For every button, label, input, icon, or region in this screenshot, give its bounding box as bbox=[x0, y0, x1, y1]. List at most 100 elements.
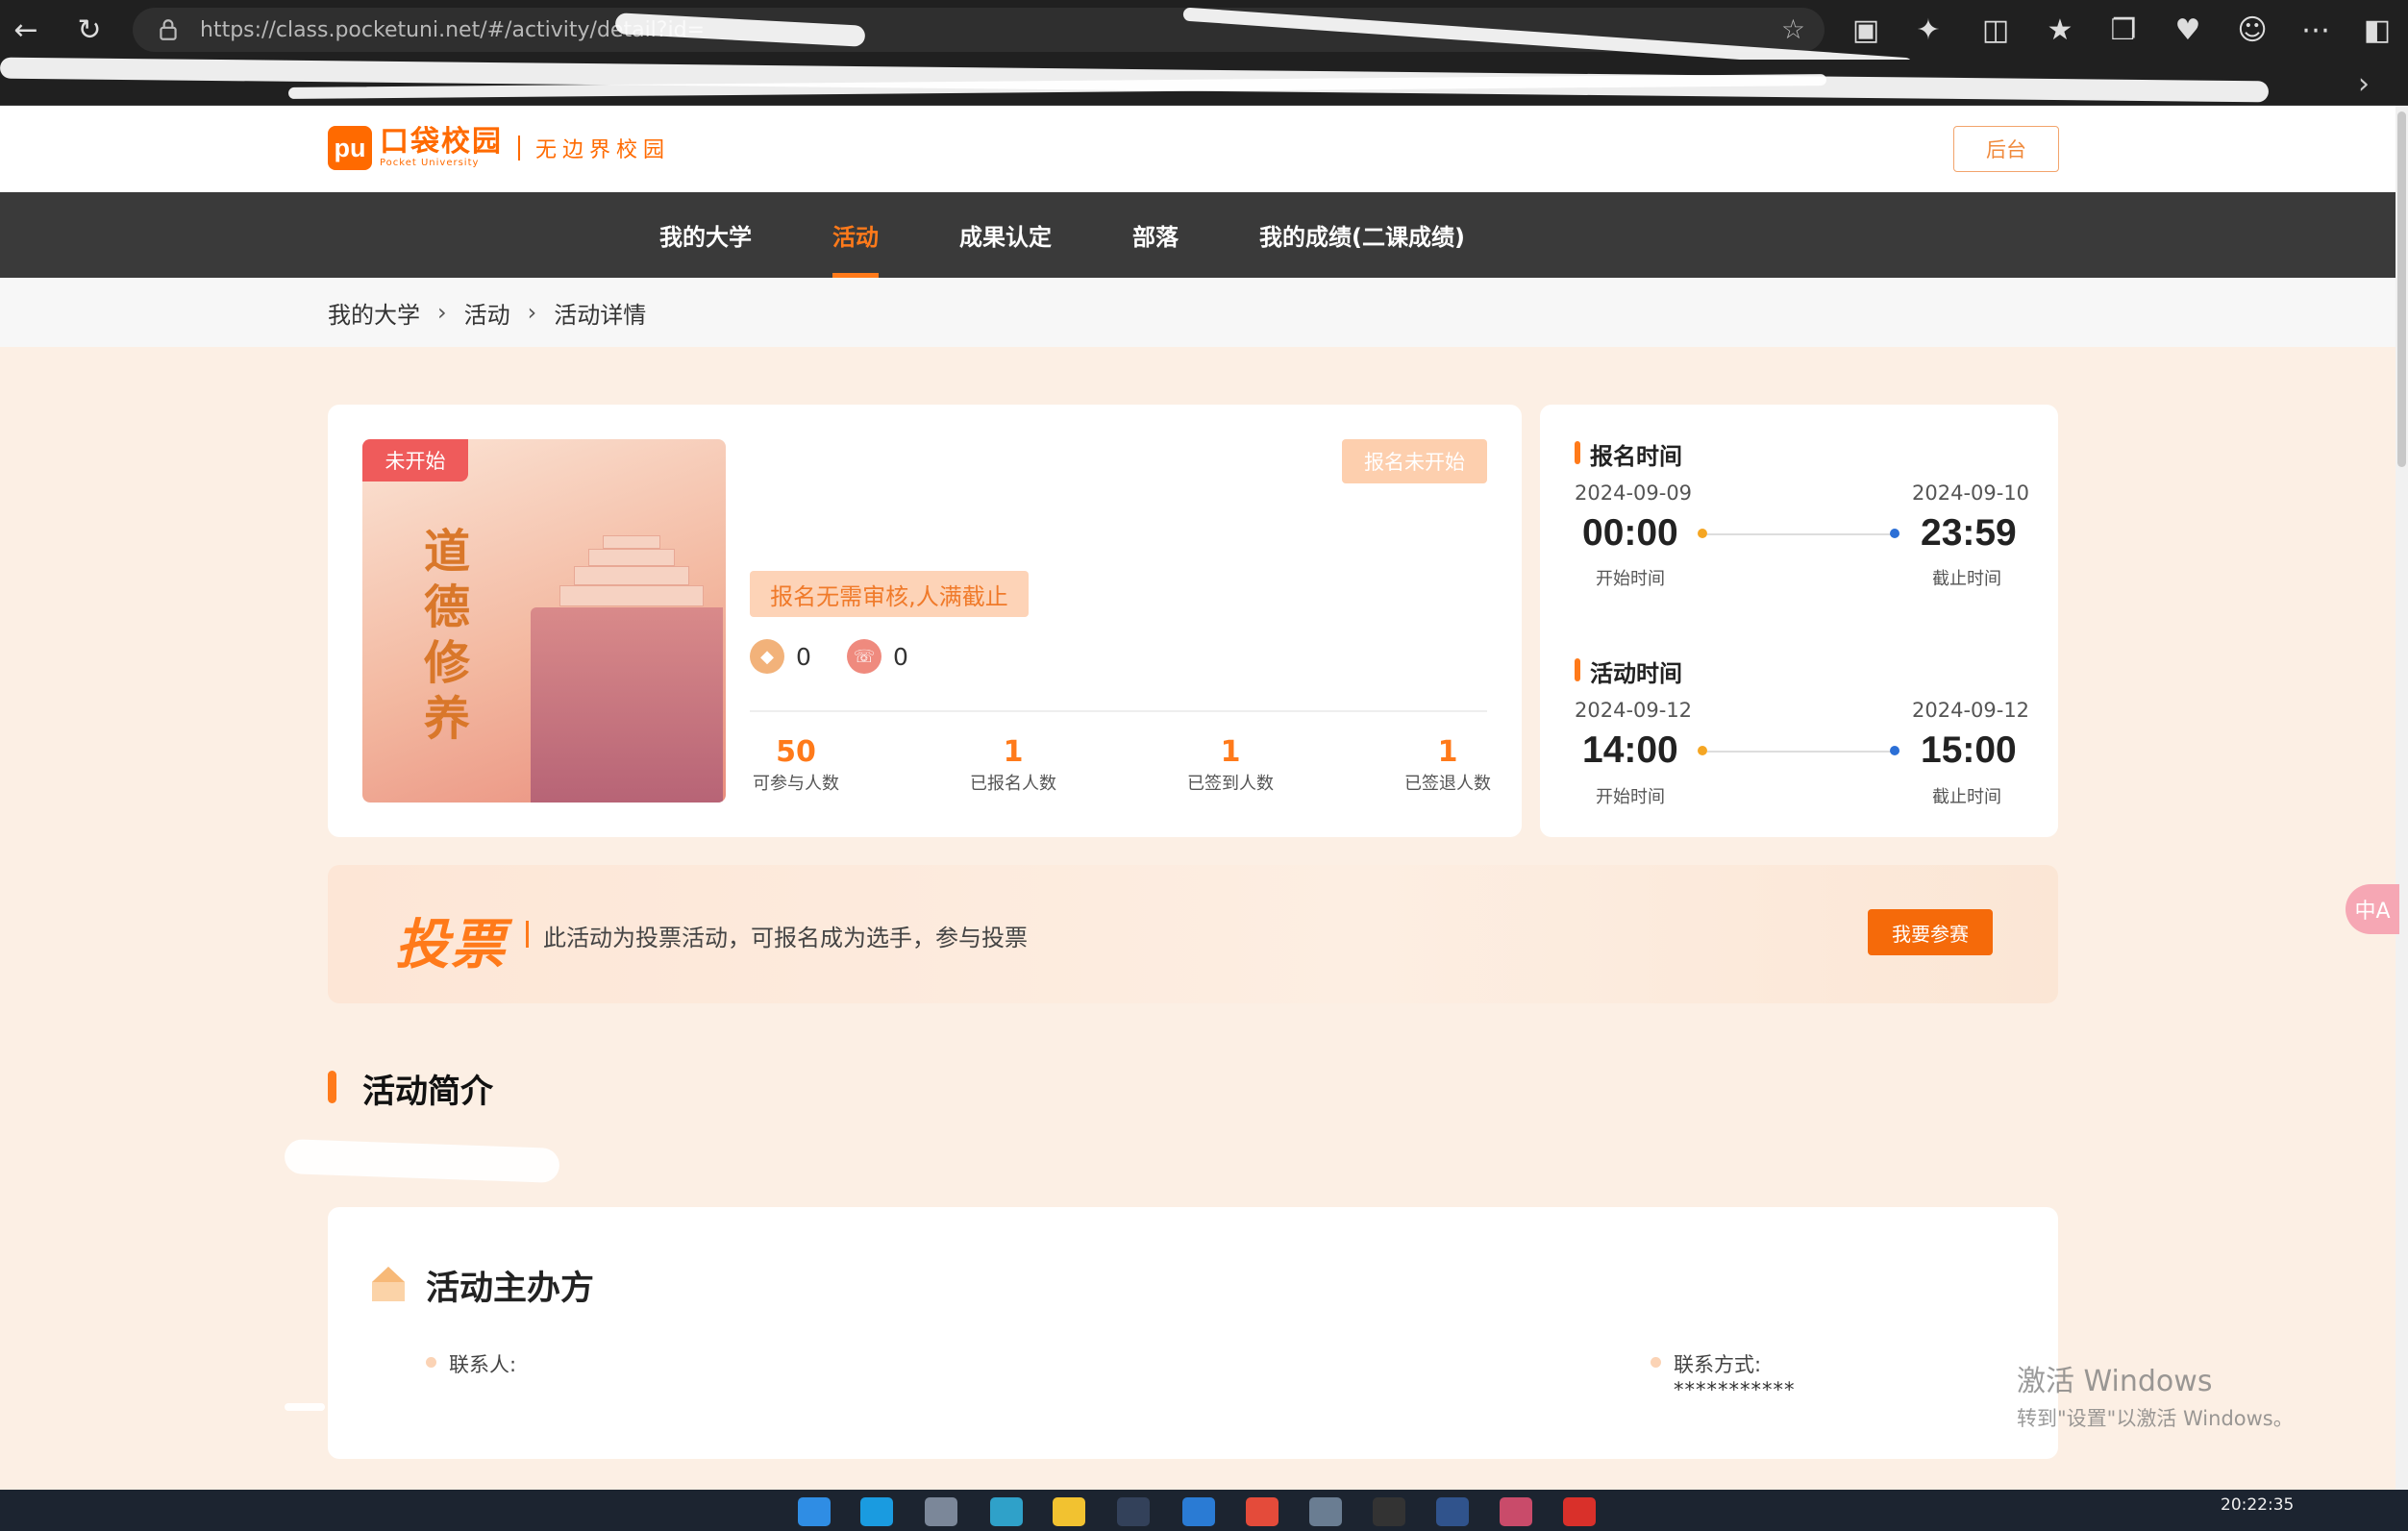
watermark-line2: 转到"设置"以激活 Windows。 bbox=[2017, 1407, 2294, 1430]
phone-count: 0 bbox=[893, 642, 908, 671]
pu-logo-icon: pu bbox=[328, 126, 372, 170]
activity-time-title: 活动时间 bbox=[1575, 654, 1682, 688]
webstorm-icon[interactable] bbox=[990, 1497, 1023, 1526]
stat-label: 已报名人数 bbox=[970, 774, 1056, 794]
favorite-star-icon[interactable]: ☆ bbox=[1781, 13, 1805, 45]
chrome-icon[interactable] bbox=[1246, 1497, 1278, 1526]
settings-icon[interactable] bbox=[925, 1497, 957, 1526]
reg-start-date: 2024-09-09 bbox=[1575, 482, 1693, 505]
breadcrumb: 我的大学 › 活动 › 活动详情 bbox=[328, 278, 646, 347]
vote-divider bbox=[526, 921, 529, 948]
stat-label: 已签到人数 bbox=[1187, 774, 1274, 794]
scrollbar-thumb[interactable] bbox=[2397, 111, 2406, 467]
act-start-date: 2024-09-12 bbox=[1575, 699, 1693, 722]
end-dot bbox=[1890, 746, 1899, 755]
breadcrumb-activity[interactable]: 活动 bbox=[464, 296, 510, 330]
collections-icon[interactable]: ❐ bbox=[2103, 10, 2144, 50]
registration-status-button[interactable]: 报名未开始 bbox=[1342, 439, 1487, 483]
like-count: 0 bbox=[796, 642, 811, 671]
translate-icon[interactable]: 中A bbox=[2346, 884, 2399, 934]
act-end-label: 截止时间 bbox=[1932, 787, 2001, 807]
vote-banner: 投票 此活动为投票活动，可报名成为选手，参与投票 我要参赛 bbox=[328, 865, 2058, 1003]
main-nav: 我的大学 活动 成果认定 部落 我的成绩(二课成绩) bbox=[0, 192, 2396, 278]
phone-counter[interactable]: ☏ 0 bbox=[847, 639, 908, 674]
intro-title: 活动简介 bbox=[328, 1065, 493, 1112]
time-card: 报名时间 2024-09-09 2024-09-10 00:00 23:59 开… bbox=[1540, 405, 2058, 837]
join-contest-button[interactable]: 我要参赛 bbox=[1868, 909, 1993, 955]
puzzle-icon[interactable]: ✦ bbox=[1908, 10, 1949, 50]
app-icon[interactable] bbox=[1563, 1497, 1596, 1526]
windows-taskbar: 20:22:35 bbox=[0, 1490, 2408, 1531]
stat-label: 已签退人数 bbox=[1404, 774, 1491, 794]
stat-registered: 1 已报名人数 bbox=[956, 733, 1071, 797]
poster-decoration bbox=[603, 535, 660, 549]
redaction-scribble bbox=[284, 1139, 560, 1183]
status-badge: 未开始 bbox=[362, 439, 468, 482]
timeline bbox=[1707, 533, 1899, 535]
windows-activation-watermark: 激活 Windows 转到"设置"以激活 Windows。 bbox=[2017, 1357, 2294, 1432]
stat-value: 1 bbox=[1220, 735, 1241, 769]
organizer-card: 活动主办方 联系人: 联系方式: *********** bbox=[328, 1207, 2058, 1459]
logo-cn: 口袋校园 bbox=[380, 125, 503, 159]
breadcrumb-my-university[interactable]: 我的大学 bbox=[328, 296, 420, 330]
nav-achievement[interactable]: 成果认定 bbox=[959, 192, 1052, 278]
organizer-title: 活动主办方 bbox=[426, 1270, 595, 1308]
reg-end-time: 23:59 bbox=[1921, 512, 2017, 554]
registration-time-title: 报名时间 bbox=[1575, 437, 1682, 471]
reg-start-label: 开始时间 bbox=[1596, 569, 1665, 589]
start-dot bbox=[1698, 746, 1707, 755]
act-end-time: 15:00 bbox=[1921, 729, 2017, 771]
vote-description: 此活动为投票活动，可报名成为选手，参与投票 bbox=[543, 925, 1028, 951]
vote-title: 投票 bbox=[395, 914, 507, 976]
reg-start-time: 00:00 bbox=[1582, 512, 1678, 554]
stat-signed-out: 1 已签退人数 bbox=[1390, 733, 1505, 797]
taskbar-clock: 20:22:35 bbox=[2221, 1495, 2295, 1515]
admin-backend-button[interactable]: 后台 bbox=[1953, 126, 2059, 172]
like-counter[interactable]: ◆ 0 bbox=[750, 639, 811, 674]
logo-en: Pocket University bbox=[380, 158, 480, 168]
profile-icon[interactable]: ☺ bbox=[2232, 10, 2272, 50]
app-icon[interactable] bbox=[1500, 1497, 1532, 1526]
edge-icon[interactable] bbox=[860, 1497, 893, 1526]
back-arrow-icon[interactable]: ← bbox=[6, 10, 46, 50]
reload-icon[interactable]: ↻ bbox=[69, 10, 110, 50]
extension-icon[interactable]: ▣ bbox=[1846, 10, 1886, 50]
home-icon bbox=[372, 1267, 405, 1301]
sidebar-toggle-icon[interactable]: ◧ bbox=[2357, 10, 2397, 50]
nav-my-grades[interactable]: 我的成绩(二课成绩) bbox=[1259, 192, 1465, 278]
start-icon[interactable] bbox=[798, 1497, 831, 1526]
poster-title: 道德修养 bbox=[423, 525, 470, 746]
site-logo[interactable]: pu 口袋校园 Pocket University 无边界校园 bbox=[328, 126, 670, 170]
app-icon[interactable] bbox=[1436, 1497, 1469, 1526]
act-start-label: 开始时间 bbox=[1596, 787, 1665, 807]
nav-my-university[interactable]: 我的大学 bbox=[659, 192, 752, 278]
health-icon[interactable]: ♥ bbox=[2168, 10, 2208, 50]
split-screen-icon[interactable]: ◫ bbox=[1975, 10, 2016, 50]
site-header: pu 口袋校园 Pocket University 无边界校园 后台 bbox=[0, 106, 2396, 192]
app-icon[interactable] bbox=[1182, 1497, 1215, 1526]
reg-end-label: 截止时间 bbox=[1932, 569, 2001, 589]
chevron-right-icon[interactable]: › bbox=[2358, 67, 2370, 101]
act-end-date: 2024-09-12 bbox=[1912, 699, 2030, 722]
favorites-icon[interactable]: ★ bbox=[2040, 10, 2080, 50]
stat-signed-in: 1 已签到人数 bbox=[1173, 733, 1288, 797]
app-icon[interactable] bbox=[1117, 1497, 1150, 1526]
stat-capacity: 50 可参与人数 bbox=[738, 733, 854, 797]
registration-rule-badge: 报名无需审核,人满截止 bbox=[750, 571, 1029, 617]
poster-decoration bbox=[531, 607, 723, 803]
nav-activity[interactable]: 活动 bbox=[832, 192, 879, 278]
lock-icon bbox=[160, 19, 177, 40]
contact-phone-value: *********** bbox=[1674, 1378, 1796, 1401]
activity-poster: 道德修养 未开始 bbox=[362, 439, 726, 803]
calculator-icon[interactable] bbox=[1309, 1497, 1342, 1526]
stat-label: 可参与人数 bbox=[753, 774, 839, 794]
more-menu-icon[interactable]: ⋯ bbox=[2296, 10, 2336, 50]
terminal-icon[interactable] bbox=[1373, 1497, 1405, 1526]
nav-tribe[interactable]: 部落 bbox=[1132, 192, 1179, 278]
chevron-right-icon: › bbox=[437, 299, 447, 326]
poster-decoration bbox=[559, 585, 704, 606]
poster-decoration bbox=[574, 566, 689, 585]
redaction-scribble bbox=[285, 1403, 325, 1411]
folder-icon[interactable] bbox=[1053, 1497, 1085, 1526]
divider bbox=[750, 710, 1487, 712]
